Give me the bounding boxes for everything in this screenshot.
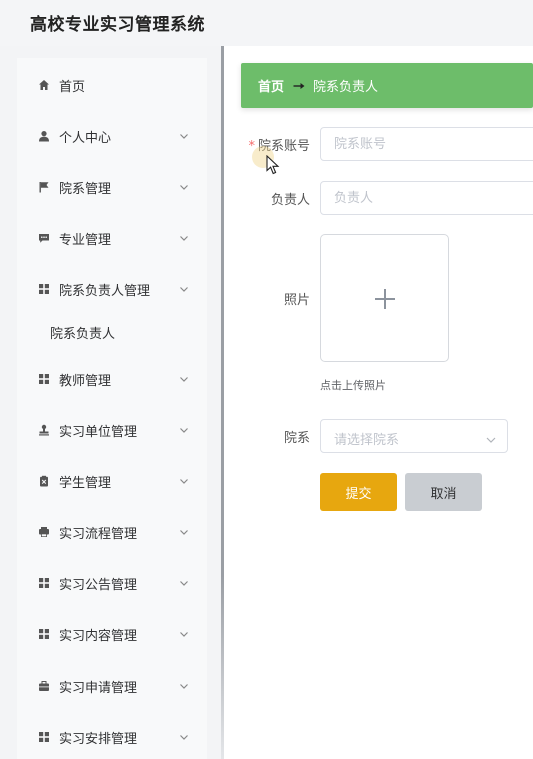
chevron-down-icon bbox=[178, 373, 190, 385]
sidebar-item-label: 实习流程管理 bbox=[59, 526, 138, 542]
chevron-down-icon bbox=[178, 475, 190, 487]
sidebar-item-label: 实习单位管理 bbox=[59, 424, 138, 440]
chevron-down-icon bbox=[178, 680, 190, 692]
sidebar bbox=[17, 58, 207, 759]
department-select-placeholder: 请选择院系 bbox=[334, 433, 400, 448]
flag-icon bbox=[38, 181, 50, 193]
clipboard-icon bbox=[38, 475, 50, 487]
chevron-down-icon bbox=[178, 130, 190, 142]
cancel-button[interactable]: 取消 bbox=[405, 473, 482, 511]
grid-icon bbox=[38, 628, 50, 640]
sidebar-item-dept-manager-mgmt[interactable]: 院系负责人管理 bbox=[38, 277, 190, 301]
photo-label: 照片 bbox=[283, 293, 310, 308]
sidebar-item-major-mgmt[interactable]: 专业管理 bbox=[38, 226, 190, 250]
grid-icon bbox=[38, 577, 50, 589]
sidebar-item-teacher-mgmt[interactable]: 教师管理 bbox=[38, 367, 190, 391]
sidebar-item-label: 首页 bbox=[59, 79, 86, 95]
user-icon bbox=[38, 130, 50, 142]
department-select[interactable]: 请选择院系 bbox=[320, 419, 508, 453]
department-label: 院系 bbox=[283, 431, 310, 446]
grid-icon bbox=[38, 283, 50, 295]
chevron-down-icon bbox=[178, 731, 190, 743]
top-bar: 高校专业实习管理系统 bbox=[0, 0, 533, 46]
plus-icon-vertical bbox=[384, 289, 386, 309]
sidebar-item-company-mgmt[interactable]: 实习单位管理 bbox=[38, 418, 190, 442]
chevron-down-icon bbox=[178, 424, 190, 436]
sidebar-item-notice-mgmt[interactable]: 实习公告管理 bbox=[38, 571, 190, 595]
arrow-right-icon bbox=[293, 81, 306, 91]
sidebar-item-student-mgmt[interactable]: 学生管理 bbox=[38, 469, 190, 493]
sidebar-item-label: 实习内容管理 bbox=[59, 628, 138, 644]
chat-icon bbox=[38, 232, 50, 244]
chevron-down-icon bbox=[178, 283, 190, 295]
chevron-down-icon bbox=[178, 526, 190, 538]
sidebar-item-label: 实习申请管理 bbox=[59, 680, 138, 696]
sidebar-item-process-mgmt[interactable]: 实习流程管理 bbox=[38, 520, 190, 544]
sidebar-item-application-mgmt[interactable]: 实习申请管理 bbox=[38, 674, 190, 698]
chevron-down-icon bbox=[178, 577, 190, 589]
upload-tip: 点击上传照片 bbox=[320, 379, 386, 392]
sidebar-item-label: 实习公告管理 bbox=[59, 577, 138, 593]
printer-icon bbox=[38, 526, 50, 538]
breadcrumb-home-link[interactable]: 首页 bbox=[258, 76, 284, 95]
chevron-down-icon bbox=[178, 628, 190, 640]
sidebar-item-department-mgmt[interactable]: 院系管理 bbox=[38, 175, 190, 199]
breadcrumb-current: 院系负责人 bbox=[313, 80, 379, 95]
sidebar-item-label: 学生管理 bbox=[59, 475, 112, 491]
breadcrumb: 首页 院系负责人 bbox=[241, 63, 533, 108]
sidebar-item-personal-center[interactable]: 个人中心 bbox=[38, 124, 190, 148]
account-input[interactable] bbox=[320, 127, 533, 161]
photo-upload-box[interactable] bbox=[320, 234, 449, 362]
sidebar-item-arrangement-mgmt[interactable]: 实习安排管理 bbox=[38, 725, 190, 749]
chevron-down-icon bbox=[178, 181, 190, 193]
stamp-icon bbox=[38, 424, 50, 436]
sidebar-item-home[interactable]: 首页 bbox=[38, 73, 190, 97]
briefcase-icon bbox=[38, 680, 50, 692]
sidebar-divider-fade bbox=[221, 576, 224, 759]
grid-icon bbox=[38, 731, 50, 743]
mouse-cursor-icon bbox=[266, 154, 280, 175]
sidebar-item-label: 实习安排管理 bbox=[59, 731, 138, 747]
chevron-down-icon bbox=[485, 431, 497, 443]
grid-icon bbox=[38, 373, 50, 385]
app-title: 高校专业实习管理系统 bbox=[30, 15, 205, 35]
sidebar-item-content-mgmt[interactable]: 实习内容管理 bbox=[38, 622, 190, 646]
sidebar-subitem-dept-manager[interactable]: 院系负责人 bbox=[50, 323, 115, 345]
manager-label: 负责人 bbox=[270, 193, 310, 208]
sidebar-scrollbar[interactable] bbox=[221, 46, 224, 576]
sidebar-item-label: 教师管理 bbox=[59, 373, 112, 389]
manager-input[interactable] bbox=[320, 181, 533, 215]
home-icon bbox=[38, 79, 50, 91]
sidebar-item-label: 院系管理 bbox=[59, 181, 112, 197]
sidebar-item-label: 院系负责人管理 bbox=[59, 283, 151, 299]
sidebar-item-label: 个人中心 bbox=[59, 130, 112, 146]
sidebar-item-label: 专业管理 bbox=[59, 232, 112, 248]
chevron-down-icon bbox=[178, 232, 190, 244]
account-label: * 院系账号 bbox=[240, 135, 310, 154]
submit-button[interactable]: 提交 bbox=[320, 473, 397, 511]
